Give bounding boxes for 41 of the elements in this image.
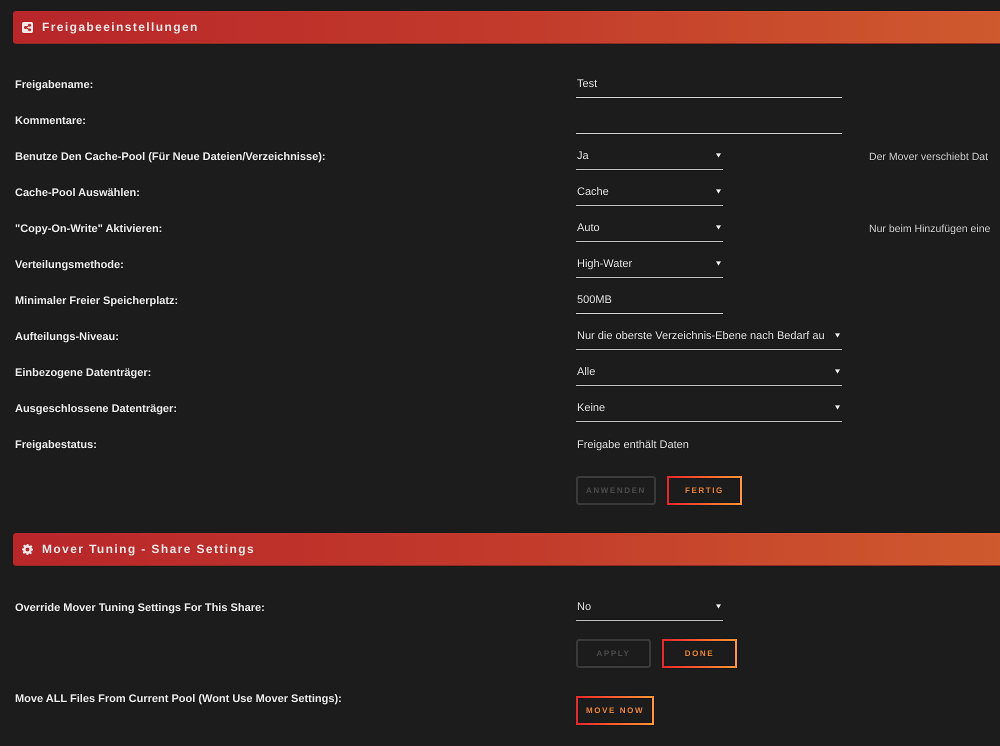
dropdown[interactable]: High-Water [576, 252, 723, 278]
help-text: Nur beim Hinzufügen eine [869, 223, 990, 235]
dropdown[interactable]: Auto [576, 216, 723, 242]
dropdown[interactable]: Keine [576, 396, 842, 422]
section-title: Freigabeeinstellungen [42, 20, 199, 34]
action-button[interactable]: FERTIG [666, 476, 742, 505]
caret-icon [716, 604, 721, 609]
field-label: Freigabename: [15, 79, 94, 91]
help-text: Der Mover verschiebt Dat [869, 151, 988, 163]
field-label: Ausgeschlossene Datenträger: [15, 403, 177, 415]
dropdown[interactable]: Alle [576, 360, 842, 386]
field-label: Benutze Den Cache-Pool (Für Neue Dateien/Verzeichnisse): [15, 151, 326, 163]
caret-icon [716, 261, 721, 266]
section-title: Mover Tuning - Share Settings [42, 542, 256, 556]
field-label: Minimaler Freier Speicherplatz: [15, 295, 178, 307]
caret-icon [716, 225, 721, 230]
dropdown[interactable]: Nur die oberste Verzeichnis-Ebene nach Bedarf au [576, 324, 842, 350]
field-label: Aufteilungs-Niveau: [15, 331, 119, 343]
field-label: Move ALL Files From Current Pool (Wont Use Mover Settings): [15, 692, 342, 707]
caret-icon [716, 189, 721, 194]
field-label: Freigabestatus: [15, 439, 97, 451]
caret-icon [835, 405, 840, 410]
field-label: Cache-Pool Auswählen: [15, 187, 140, 199]
field-label: Kommentare: [15, 115, 86, 127]
field-label: "Copy-On-Write" Aktivieren: [15, 223, 162, 235]
share-icon [22, 22, 33, 32]
text-input[interactable]: 500MB [576, 288, 723, 314]
dropdown[interactable]: Cache [576, 180, 723, 206]
caret-icon [716, 153, 721, 158]
field-label: Override Mover Tuning Settings For This Share: [15, 602, 265, 614]
text-input[interactable]: Test [576, 72, 842, 98]
caret-icon [835, 333, 840, 338]
dropdown[interactable]: Ja [576, 144, 723, 170]
caret-icon [835, 369, 840, 374]
dropdown[interactable]: No [576, 595, 723, 621]
action-button[interactable]: MOVE NOW [576, 696, 654, 725]
status-text: Freigabe enthält Daten [576, 439, 689, 451]
gear-icon [22, 544, 33, 554]
field-label: Einbezogene Datenträger: [15, 367, 152, 379]
field-label: Verteilungsmethode: [15, 259, 124, 271]
action-button[interactable]: DONE [662, 639, 737, 668]
